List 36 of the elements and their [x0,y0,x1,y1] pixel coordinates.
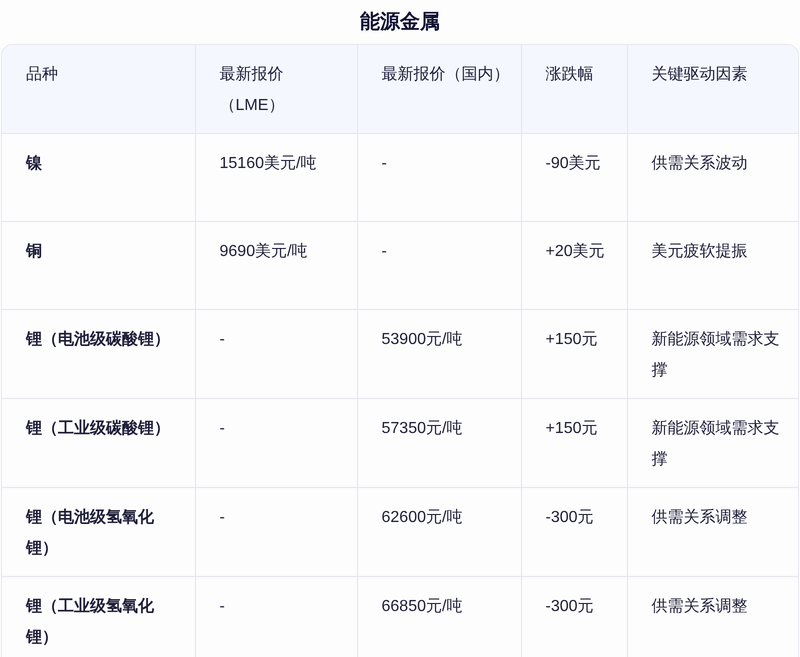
table-cell: 供需关系调整 [627,488,798,576]
table-cell: +150元 [521,310,627,398]
table-cell: -300元 [521,488,627,576]
table-cell: - [195,310,357,398]
table-cell: 铜 [2,222,195,310]
table-cell: 镍 [2,134,195,222]
column-header: 最新报价（LME） [195,45,357,134]
table-cell: 锂（工业级碳酸锂） [2,398,195,488]
table-cell: 15160美元/吨 [195,134,357,222]
table-cell: 供需关系波动 [627,134,798,222]
table-cell: +20美元 [521,222,627,310]
table-cell: 57350元/吨 [357,398,521,488]
table-cell: - [195,576,357,657]
table-cell: 锂（电池级氢氧化锂） [2,488,195,576]
table-cell: 美元疲软提振 [627,222,798,310]
table-cell: +150元 [521,398,627,488]
table-cell: 9690美元/吨 [195,222,357,310]
table-cell: - [195,488,357,576]
column-header: 涨跌幅 [521,45,627,134]
table-title: 能源金属 [360,10,440,35]
table-cell: -300元 [521,576,627,657]
table-cell: 供需关系调整 [627,576,798,657]
column-header: 品种 [2,45,195,134]
column-header: 最新报价（国内） [357,45,521,134]
table-cell: 锂（电池级碳酸锂） [2,310,195,398]
table-cell: 53900元/吨 [357,310,521,398]
column-header: 关键驱动因素 [627,45,798,134]
table-cell: -90美元 [521,134,627,222]
table-cell: 62600元/吨 [357,488,521,576]
table-cell: - [357,134,521,222]
table-cell: 新能源领域需求支撑 [627,398,798,488]
table-cell: - [195,398,357,488]
table-cell: - [357,222,521,310]
table-cell: 锂（工业级氢氧化锂） [2,576,195,657]
table-cell: 新能源领域需求支撑 [627,310,798,398]
table-cell: 66850元/吨 [357,576,521,657]
